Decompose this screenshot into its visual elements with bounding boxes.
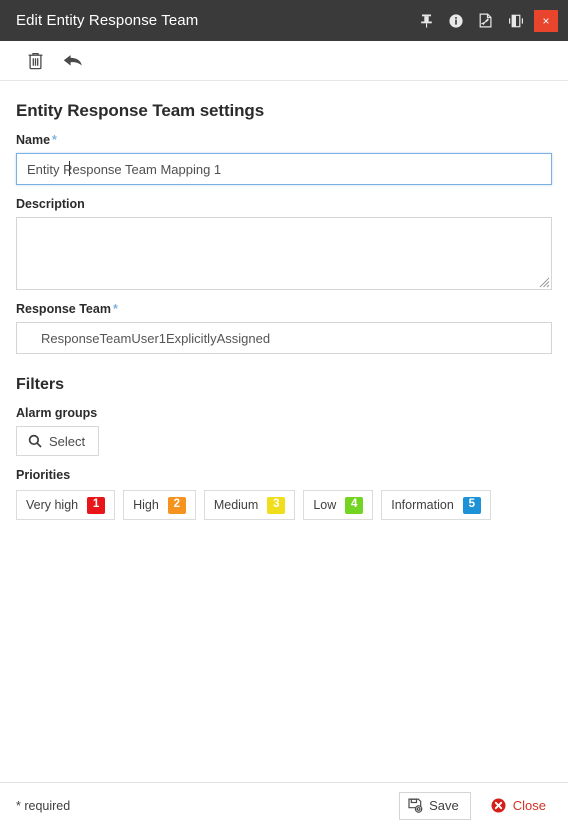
save-label: Save [429,798,459,813]
description-textarea-wrap [16,217,552,290]
window-actions: × [414,0,568,41]
priority-chip-low[interactable]: Low 4 [303,490,374,520]
name-label-text: Name [16,133,51,147]
dialog-footer: * required Save Close [0,782,568,828]
field-priorities: Priorities Very high 1 High 2 Medium 3 L… [16,468,552,520]
window-titlebar: Edit Entity Response Team × [0,0,568,41]
priority-badge: 2 [167,496,186,514]
edit-entity-response-team-dialog: Edit Entity Response Team × Entity Respo… [0,0,568,828]
response-team-label-text: Response Team [16,302,111,316]
priority-badge: 1 [87,496,106,514]
field-description: Description [16,197,552,290]
alarm-groups-label: Alarm groups [16,406,98,420]
field-name: Name * [16,133,552,185]
text-caret [69,161,70,176]
priority-badge: 4 [345,496,364,514]
name-label: Name * [16,133,552,147]
priority-chip-medium[interactable]: Medium 3 [203,490,296,520]
undo-icon[interactable] [54,46,92,76]
form-toolbar [0,41,568,81]
response-team-label: Response Team * [16,302,552,316]
close-label: Close [512,798,546,813]
description-label: Description [16,197,85,211]
priorities-label: Priorities [16,468,71,482]
required-note: * required [16,798,71,813]
priority-chip-high[interactable]: High 2 [123,490,196,520]
priority-chip-information[interactable]: Information 5 [381,490,491,520]
search-icon [28,434,42,448]
priority-badge: 5 [462,496,481,514]
delete-icon[interactable] [16,46,54,76]
pin-icon[interactable] [414,0,438,41]
info-icon[interactable] [444,0,468,41]
close-circle-icon [491,798,506,813]
close-button[interactable]: Close [485,792,552,820]
description-input[interactable] [16,217,552,290]
field-alarm-groups: Alarm groups Select [16,406,552,456]
save-button[interactable]: Save [399,791,471,820]
window-title: Edit Entity Response Team [16,12,199,29]
dock-panel-icon[interactable] [504,0,528,41]
field-response-team: Response Team * [16,302,552,354]
save-icon [408,798,423,813]
name-input[interactable] [16,153,552,185]
priority-badge: 3 [267,496,286,514]
priority-chip-label: Information [391,498,454,512]
response-team-required-marker: * [112,302,118,316]
priority-chip-very-high[interactable]: Very high 1 [16,490,116,520]
priority-chip-label: Very high [26,498,79,512]
form-content: Entity Response Team settings Name* Desc… [0,81,568,782]
name-input-shell [16,153,552,185]
alarm-groups-select-label: Select [49,433,86,449]
close-window-button[interactable]: × [534,9,558,32]
priority-chip-label: High [133,498,159,512]
footer-actions: Save Close [399,791,552,820]
response-team-input[interactable] [16,322,552,354]
page-title: Entity Response Team settings [16,101,265,120]
alarm-groups-select-button[interactable]: Select [16,426,100,456]
filters-title: Filters [16,376,65,393]
priorities-row: Very high 1 High 2 Medium 3 Low 4 Inform… [16,490,552,520]
pdf-export-icon[interactable] [474,0,498,41]
priority-chip-label: Medium [213,498,259,512]
name-required-marker: * [52,133,57,147]
priority-chip-label: Low [313,498,337,512]
